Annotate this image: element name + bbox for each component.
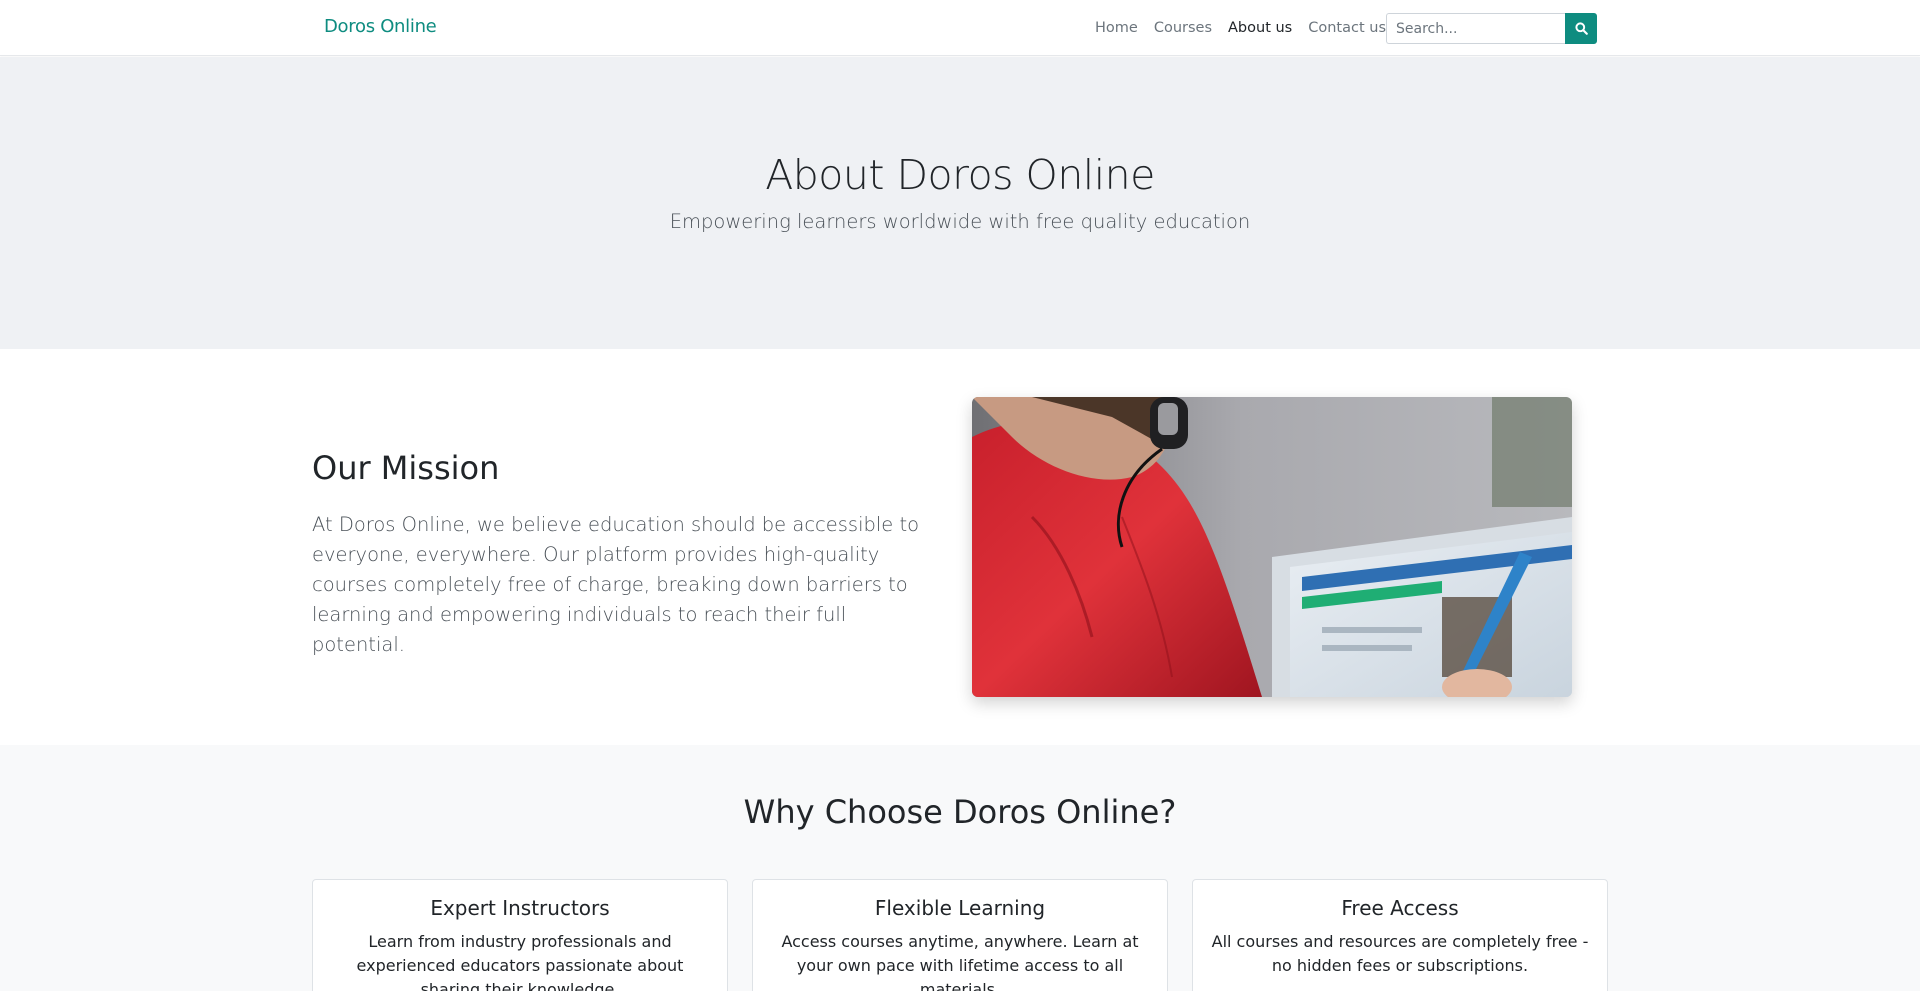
mission-title: Our Mission: [312, 449, 500, 487]
mission-image: [972, 397, 1572, 697]
feature-card-free-access: Free Access All courses and resources ar…: [1192, 879, 1608, 991]
feature-card-expert-instructors: Expert Instructors Learn from industry p…: [312, 879, 728, 991]
mission-text: At Doros Online, we believe education sh…: [312, 513, 920, 656]
nav-link-home[interactable]: Home: [1095, 20, 1138, 36]
nav-link-courses[interactable]: Courses: [1154, 20, 1212, 36]
search-button[interactable]: [1565, 13, 1597, 44]
nav-links: Home Courses About us Contact us: [1095, 0, 1386, 56]
search-form: [1386, 13, 1597, 44]
student-laptop-illustration: [972, 397, 1572, 697]
card-title: Free Access: [1341, 896, 1459, 920]
why-section: Why Choose Doros Online? Expert Instruct…: [0, 745, 1920, 991]
card-text: Learn from industry professionals and ex…: [356, 932, 684, 991]
why-title: Why Choose Doros Online?: [743, 793, 1177, 831]
card-text: Access courses anytime, anywhere. Learn …: [781, 932, 1139, 991]
hero-section: About Doros Online Empowering learners w…: [0, 57, 1920, 349]
mission-section: Our Mission At Doros Online, we believe …: [0, 349, 1920, 745]
feature-card-flexible-learning: Flexible Learning Access courses anytime…: [752, 879, 1168, 991]
page-subtitle: Empowering learners worldwide with free …: [669, 210, 1251, 233]
search-input[interactable]: [1386, 13, 1565, 44]
brand-logo[interactable]: Doros Online: [324, 16, 437, 37]
navbar: Doros Online Home Courses About us Conta…: [0, 0, 1920, 56]
nav-link-contact-us[interactable]: Contact us: [1308, 20, 1386, 36]
nav-link-about-us[interactable]: About us: [1228, 20, 1292, 36]
search-icon: [1574, 22, 1588, 35]
card-title: Flexible Learning: [874, 896, 1046, 920]
card-title: Expert Instructors: [430, 896, 610, 920]
card-text: All courses and resources are completely…: [1211, 932, 1589, 975]
page-title: About Doros Online: [765, 151, 1155, 199]
